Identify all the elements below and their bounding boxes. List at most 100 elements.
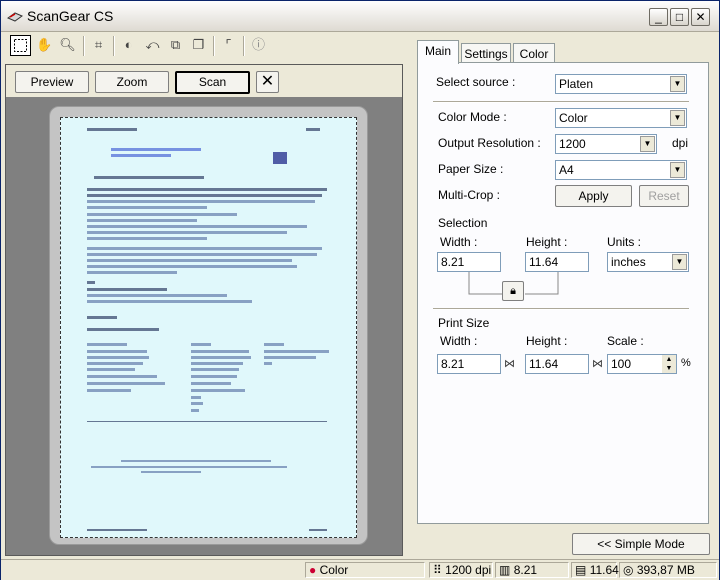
minimize-button[interactable]: _ — [649, 8, 668, 26]
maximize-icon: □ — [675, 10, 684, 24]
preview-document[interactable] — [60, 117, 357, 538]
preview-pane: Preview Zoom Scan ✕ — [5, 64, 403, 556]
settings-pane: Main Settings Color Select source : Plat… — [407, 36, 715, 556]
height-icon: ▤ — [575, 563, 587, 577]
scangear-window: ScanGear CS _ □ ✕ ✋ 🔍︎ ⌗ ◐ ⤺ ⧉ ❐ ⌜ ⓘ Pre… — [0, 0, 720, 580]
mirror-icon: ⧉ — [170, 37, 181, 52]
width-icon: ▥ — [499, 563, 511, 577]
scale-stepper[interactable]: 100 ▲ ▼ — [607, 354, 677, 374]
output-resolution-label: Output Resolution : — [438, 136, 541, 150]
paper-size-dropdown[interactable]: A4 ▼ — [555, 160, 687, 180]
selection-height-input[interactable]: 11.64 — [525, 252, 589, 272]
print-width-label: Width : — [440, 334, 478, 348]
toolbar-separator — [83, 36, 85, 56]
color-mode-value: Color — [559, 111, 588, 125]
hand-icon: ✋ — [36, 37, 53, 52]
invert-icon: ◐ — [124, 37, 133, 52]
chevron-down-icon: ▼ — [640, 136, 655, 152]
crop-selection-icon — [14, 39, 27, 52]
units-dropdown[interactable]: inches ▼ — [607, 252, 689, 272]
scanner-app-icon — [7, 12, 23, 22]
clear-icon: ✕ — [260, 73, 275, 90]
units-label: Units : — [607, 235, 642, 249]
tab-settings[interactable]: Settings — [461, 43, 511, 63]
auto-crop-icon: ⌗ — [94, 37, 103, 52]
paper-size-label: Paper Size : — [438, 162, 504, 176]
close-button[interactable]: ✕ — [691, 8, 710, 26]
output-resolution-value: 1200 — [559, 137, 586, 151]
window-title: ScanGear CS — [27, 8, 114, 24]
simple-mode-button[interactable]: << Simple Mode — [572, 533, 710, 555]
toolbar-separator — [243, 36, 245, 56]
rotate-right-tool[interactable]: ⧉ — [165, 35, 186, 56]
aspect-lock-button[interactable]: 🔒︎ — [502, 281, 524, 301]
preview-area[interactable] — [49, 106, 368, 545]
apply-button[interactable]: Apply — [555, 185, 632, 207]
memory-disk-icon: ◎ — [623, 563, 634, 577]
divider — [433, 308, 689, 310]
tab-main[interactable]: Main — [417, 40, 459, 64]
status-bar: ● Color ⠿ 1200 dpi ▥ 8.21 ▤ 11.64 ◎ 393,… — [1, 559, 719, 580]
status-width-text: 8.21 — [513, 563, 538, 577]
output-resolution-unit: dpi — [672, 136, 689, 150]
status-memory-text: 393,87 MB — [636, 563, 695, 577]
chevron-down-icon: ▼ — [670, 110, 685, 126]
print-height-input[interactable]: 11.64 — [525, 354, 589, 374]
close-icon: ✕ — [695, 10, 706, 24]
print-size-heading: Print Size — [438, 316, 490, 330]
scale-label: Scale : — [607, 334, 644, 348]
invert-tool[interactable]: ◐ — [118, 35, 139, 56]
scan-button[interactable]: Scan — [175, 71, 250, 94]
output-resolution-dropdown[interactable]: 1200 ▼ — [555, 134, 657, 154]
toolbar-separator — [113, 36, 115, 56]
spinner-arrows-icon[interactable]: ▲ ▼ — [662, 355, 676, 373]
status-color-mode: ● Color — [305, 562, 425, 578]
selection-width-input[interactable]: 8.21 — [437, 252, 501, 272]
status-resolution: ⠿ 1200 dpi — [429, 562, 493, 578]
frame-tool[interactable]: ⌜ — [218, 35, 239, 56]
rotate-icon: ⤺ — [145, 37, 160, 52]
title-bar: ScanGear CS _ □ ✕ — [1, 1, 719, 32]
status-width: ▥ 8.21 — [495, 562, 569, 578]
clear-button[interactable]: ✕ — [256, 71, 279, 93]
selection-heading: Selection — [438, 216, 488, 230]
chevron-down-icon: ▼ — [670, 76, 685, 92]
status-resolution-text: 1200 dpi — [445, 563, 492, 577]
selection-height-label: Height : — [526, 235, 568, 249]
lock-icon: 🔒︎ — [510, 285, 516, 297]
selection-width-label: Width : — [440, 235, 478, 249]
resolution-grid-icon: ⠿ — [433, 563, 442, 577]
crop-selection-tool[interactable] — [10, 35, 31, 56]
status-height: ▤ 11.64 — [571, 562, 619, 578]
print-height-label: Height : — [526, 334, 568, 348]
print-width-input[interactable]: 8.21 — [437, 354, 501, 374]
color-dots-icon: ● — [309, 563, 317, 577]
tab-color[interactable]: Color — [513, 43, 555, 63]
preview-button[interactable]: Preview — [15, 71, 89, 93]
color-mode-dropdown[interactable]: Color ▼ — [555, 108, 687, 128]
select-source-dropdown[interactable]: Platen ▼ — [555, 74, 687, 94]
select-source-label: Select source : — [436, 75, 516, 89]
chevron-down-icon: ▼ — [672, 254, 687, 270]
zoom-icon: 🔍︎ — [59, 37, 76, 52]
auto-crop-tool[interactable]: ⌗ — [88, 35, 109, 56]
scale-value: 100 — [611, 357, 632, 371]
link-icon: ⋈ — [592, 358, 603, 370]
info-tool[interactable]: ⓘ — [248, 35, 269, 56]
frame-icon: ⌜ — [225, 37, 232, 52]
status-height-text: 11.64 — [589, 563, 619, 577]
link-icon: ⋈ — [504, 358, 515, 370]
paper-size-value: A4 — [559, 163, 574, 177]
status-memory: ◎ 393,87 MB — [619, 562, 717, 578]
units-value: inches — [611, 255, 646, 269]
copy-tool[interactable]: ❐ — [188, 35, 209, 56]
reset-button[interactable]: Reset — [639, 185, 689, 207]
rotate-left-tool[interactable]: ⤺ — [142, 35, 163, 56]
maximize-button[interactable]: □ — [670, 8, 689, 26]
divider — [433, 101, 689, 103]
zoom-tool[interactable]: 🔍︎ — [57, 35, 78, 56]
zoom-button[interactable]: Zoom — [95, 71, 169, 93]
scale-unit: % — [681, 357, 691, 369]
select-source-value: Platen — [559, 77, 594, 91]
hand-tool[interactable]: ✋ — [34, 35, 55, 56]
